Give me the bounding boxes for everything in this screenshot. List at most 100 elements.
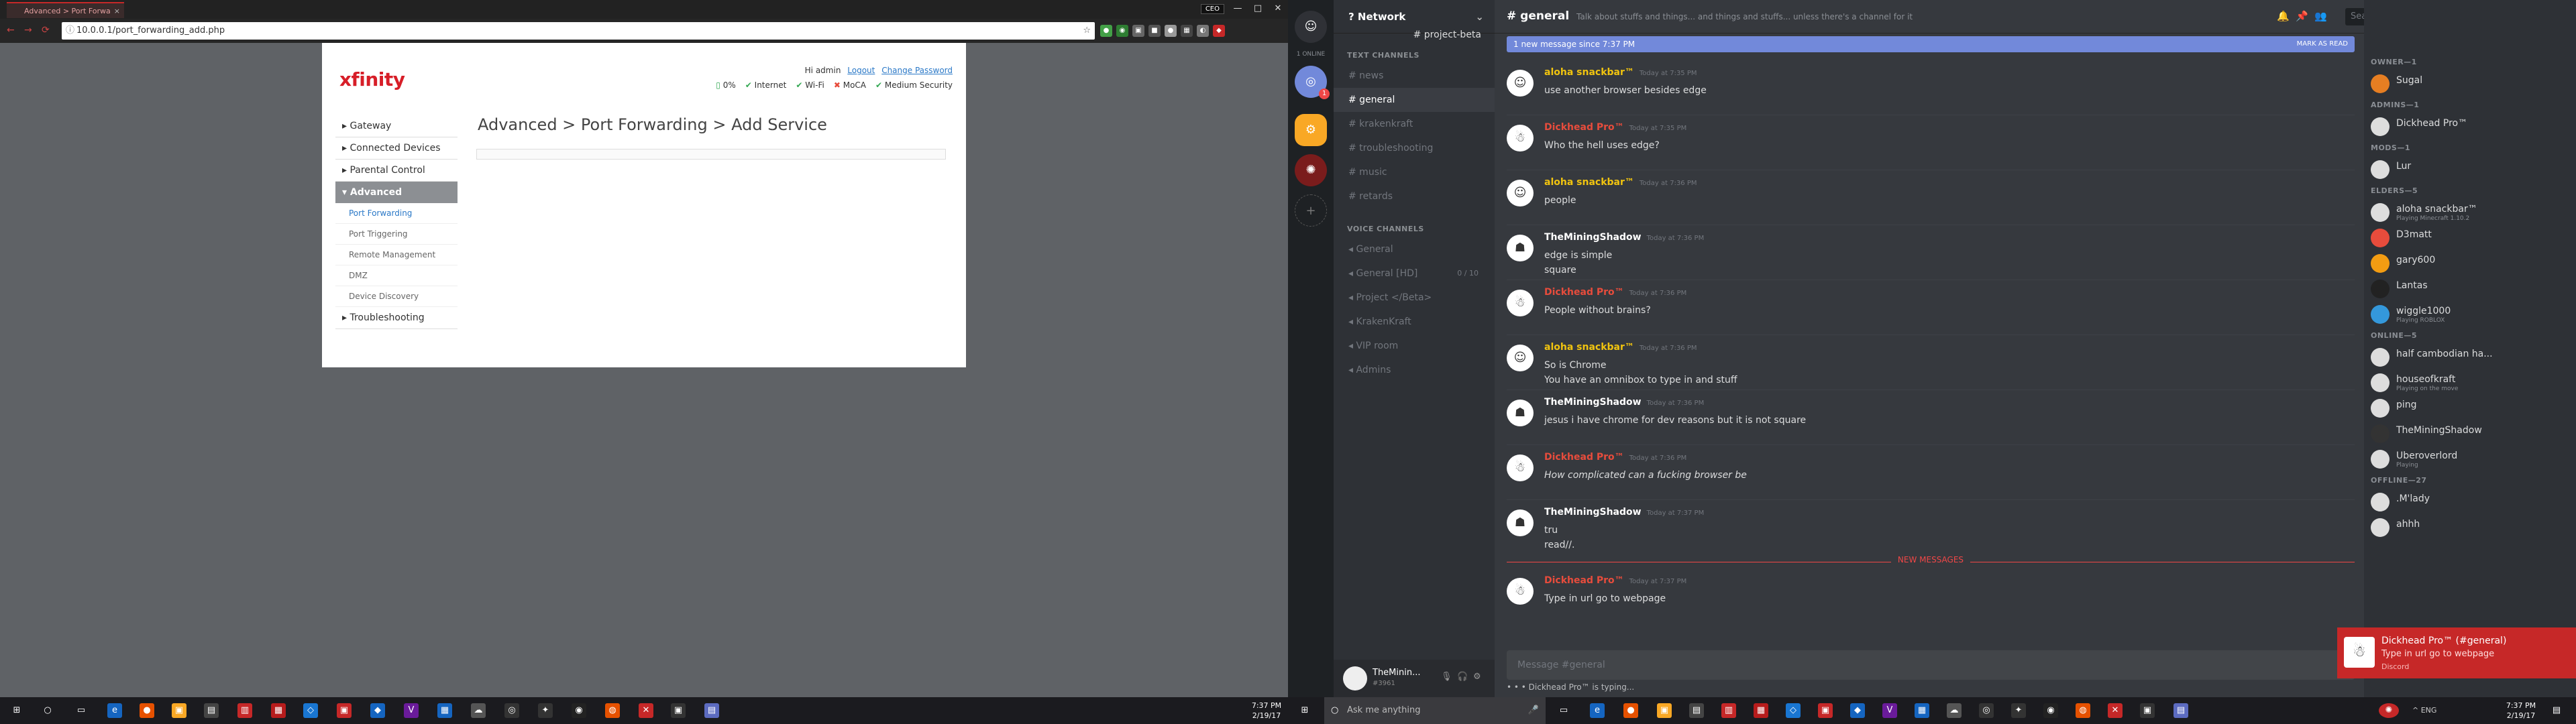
taskbar-app-icon[interactable]: ☁ <box>471 703 486 718</box>
avatar[interactable]: ☗ <box>1507 400 1534 426</box>
edge-icon[interactable]: e <box>107 703 122 718</box>
nav-connected-devices[interactable]: ▸ Connected Devices <box>335 137 458 160</box>
file-explorer-icon[interactable]: ▣ <box>172 703 186 718</box>
profile-badge[interactable]: CEO <box>1200 4 1224 14</box>
extension-icon[interactable]: ● <box>1165 25 1177 37</box>
voice-channel[interactable]: ◂ Project </Beta> <box>1334 286 1495 310</box>
extension-icon[interactable]: ◐ <box>1197 25 1209 37</box>
avatar[interactable] <box>1343 666 1367 690</box>
author-name[interactable]: Dickhead Pro™ <box>1544 575 1624 586</box>
taskbar-app-icon[interactable]: ▤ <box>704 703 719 718</box>
member[interactable]: gary600 <box>2364 251 2576 276</box>
author-name[interactable]: aloha snackbar™ <box>1544 67 1634 78</box>
maximize-button[interactable]: □ <box>1248 0 1268 19</box>
taskbar-app-icon[interactable]: ▦ <box>437 703 452 718</box>
url-text[interactable]: 10.0.0.1/port_forwarding_add.php <box>76 25 225 36</box>
avatar[interactable]: ☺ <box>1507 345 1534 371</box>
clock[interactable]: 7:37 PM 2/19/17 <box>1248 701 1285 721</box>
new-messages-bar[interactable]: 1 new message since 7:37 PM MARK AS READ <box>1507 36 2355 52</box>
channel-general[interactable]: # general <box>1334 88 1495 112</box>
member[interactable]: ping <box>2364 396 2576 421</box>
message-author[interactable]: Dickhead Pro™ Today at 7:36 PM <box>1544 452 1686 463</box>
channel-krakenkraft[interactable]: # krakenkraft <box>1334 112 1495 136</box>
mic-icon[interactable]: 🎤 <box>1528 697 1539 724</box>
message-author[interactable]: aloha snackbar™ Today at 7:36 PM <box>1544 342 1697 353</box>
taskbar-app-icon[interactable]: ▣ <box>1818 703 1833 718</box>
tray-area[interactable]: ^ ENG <box>2412 706 2436 715</box>
voice-channel[interactable]: ◂ VIP room <box>1334 334 1495 358</box>
member[interactable]: half cambodian ha... <box>2364 345 2576 370</box>
add-server-icon[interactable]: + <box>1295 194 1327 227</box>
author-name[interactable]: Dickhead Pro™ <box>1544 122 1624 133</box>
voice-channel[interactable]: ◂ KrakenKraft <box>1334 310 1495 334</box>
chrome-icon[interactable]: ● <box>1623 703 1638 718</box>
server-icon-active[interactable]: ⚙ <box>1295 114 1327 146</box>
message-author[interactable]: Dickhead Pro™ Today at 7:36 PM <box>1544 287 1686 298</box>
logout-link[interactable]: Logout <box>847 66 875 75</box>
taskbar-app-icon[interactable]: ▤ <box>1689 703 1704 718</box>
member[interactable]: Sugal <box>2364 71 2576 97</box>
pin-icon[interactable]: 📌 <box>2296 10 2308 22</box>
member[interactable]: Uberoverlord Playing <box>2364 446 2576 472</box>
avatar[interactable]: ☗ <box>1507 235 1534 261</box>
nav-gateway[interactable]: ▸ Gateway <box>335 115 458 137</box>
start-icon[interactable]: ⊞ <box>1297 703 1312 718</box>
taskbar-app-icon[interactable]: ✕ <box>2108 703 2123 718</box>
member[interactable]: Lur <box>2364 157 2576 182</box>
reload-icon[interactable]: ⟳ <box>42 25 50 36</box>
xbox-icon[interactable]: ▣ <box>2140 703 2155 718</box>
channel-news[interactable]: # news <box>1334 64 1495 88</box>
message-author[interactable]: TheMiningShadow Today at 7:36 PM <box>1544 397 1704 408</box>
nav-troubleshooting[interactable]: ▸ Troubleshooting <box>335 307 458 329</box>
author-name[interactable]: Dickhead Pro™ <box>1544 452 1624 463</box>
author-name[interactable]: aloha snackbar™ <box>1544 342 1634 353</box>
headphones-icon[interactable]: 🎧 <box>1457 672 1468 682</box>
taskbar-app-icon[interactable]: ▤ <box>204 703 219 718</box>
avatar[interactable]: ☺ <box>1507 70 1534 97</box>
message-author[interactable]: TheMiningShadow Today at 7:36 PM <box>1544 232 1704 243</box>
tab-close-icon[interactable]: × <box>114 3 120 19</box>
member[interactable]: Dickhead Pro™ <box>2364 114 2576 139</box>
nav-advanced[interactable]: ▾ Advanced <box>335 182 458 203</box>
taskbar-app-icon[interactable]: ◉ <box>2043 703 2058 718</box>
author-name[interactable]: TheMiningShadow <box>1544 232 1642 243</box>
home-icon[interactable]: ☺ <box>1295 11 1327 43</box>
extension-icon[interactable]: ◉ <box>1116 25 1128 37</box>
browser-tab[interactable]: Advanced > Port Forwa × <box>7 2 124 18</box>
taskbar-app-icon[interactable]: ◇ <box>303 703 318 718</box>
voice-channel[interactable]: ◂ General <box>1334 237 1495 261</box>
author-name[interactable]: aloha snackbar™ <box>1544 177 1634 188</box>
taskbar-app-icon[interactable]: ▭ <box>74 703 89 718</box>
taskbar-app-icon[interactable]: ▦ <box>1915 703 1929 718</box>
taskbar-app-icon[interactable]: ✦ <box>538 703 553 718</box>
avatar[interactable]: ☃ <box>1507 455 1534 481</box>
taskbar-app-icon[interactable]: ▤ <box>2174 703 2188 718</box>
taskbar-app-icon[interactable]: ◆ <box>1850 703 1865 718</box>
taskbar-app-icon[interactable]: ▦ <box>1754 703 1768 718</box>
taskbar-app-icon[interactable]: ▦ <box>271 703 286 718</box>
member[interactable]: .M'lady <box>2364 489 2576 515</box>
avatar[interactable]: ☃ <box>1507 125 1534 152</box>
nav-dmz[interactable]: DMZ <box>335 265 458 286</box>
nav-parental-control[interactable]: ▸ Parental Control <box>335 160 458 182</box>
member[interactable]: wiggle1000 Playing ROBLOX <box>2364 302 2576 327</box>
nav-device-discovery[interactable]: Device Discovery <box>335 286 458 307</box>
channel-topic[interactable]: Talk about stuffs and things... and thin… <box>1576 12 1913 21</box>
taskbar-app-icon[interactable]: ○ <box>40 703 55 718</box>
taskbar-app-icon[interactable]: ◎ <box>504 703 519 718</box>
message-author[interactable]: Dickhead Pro™ Today at 7:37 PM <box>1544 575 1686 586</box>
taskbar-app-icon[interactable]: ◍ <box>605 703 620 718</box>
forward-icon[interactable]: → <box>24 25 32 36</box>
taskbar-app-icon[interactable]: ✕ <box>639 703 653 718</box>
info-icon[interactable]: ⓘ <box>66 22 74 40</box>
message-author[interactable]: aloha snackbar™ Today at 7:35 PM <box>1544 67 1697 78</box>
avatar[interactable]: ☺ <box>1507 180 1534 206</box>
gear-icon[interactable]: ⚙ <box>1473 672 1481 682</box>
taskbar-app-icon[interactable]: ◍ <box>2076 703 2090 718</box>
members-icon[interactable]: 👥 <box>2314 10 2327 22</box>
avatar[interactable]: ☗ <box>1507 509 1534 536</box>
extension-icon[interactable]: ■ <box>1148 25 1161 37</box>
address-bar[interactable]: ⓘ 10.0.0.1/port_forwarding_add.php ☆ <box>62 22 1095 40</box>
message-author[interactable]: Dickhead Pro™ Today at 7:35 PM <box>1544 122 1686 133</box>
file-explorer-icon[interactable]: ▣ <box>1657 703 1672 718</box>
